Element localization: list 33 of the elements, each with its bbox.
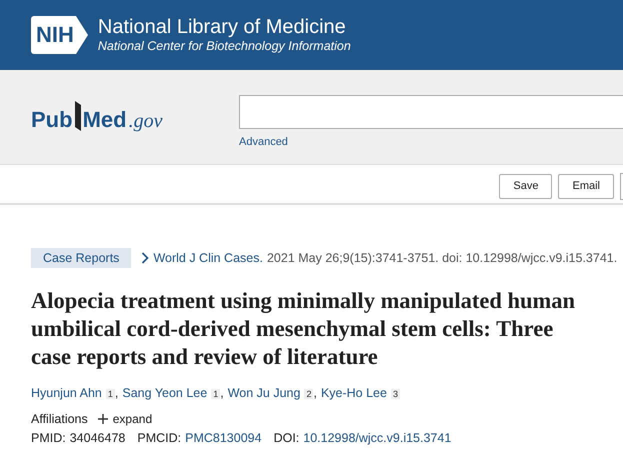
header-title: National Library of Medicine xyxy=(98,16,347,38)
id-label: PMID: xyxy=(31,431,66,445)
author-link[interactable]: Hyunjun Ahn xyxy=(31,386,102,400)
header-subtitle: National Center for Biotechnology Information xyxy=(98,38,351,54)
action-button[interactable]: Email xyxy=(558,174,614,198)
pubmed-logo[interactable]: Pub Med.gov xyxy=(31,95,239,133)
expand-button[interactable]: expand xyxy=(98,412,152,426)
affiliation-mark[interactable]: 2 xyxy=(304,389,314,399)
id-label: DOI: xyxy=(274,431,300,445)
affiliation-mark[interactable]: 1 xyxy=(211,389,220,399)
id-link[interactable]: 10.12998/wjcc.v9.i15.3741 xyxy=(303,431,452,445)
affiliation-mark[interactable]: 1 xyxy=(106,389,115,399)
search-field[interactable] xyxy=(239,95,623,129)
comma: , xyxy=(313,386,317,400)
chevron-icon xyxy=(141,252,150,264)
advanced-link[interactable]: Advanced xyxy=(239,136,623,148)
journal-link[interactable]: World J Clin Cases. xyxy=(153,251,263,265)
plus-icon xyxy=(98,414,108,424)
action-button[interactable]: Save xyxy=(499,174,552,198)
author-link[interactable]: Won Ju Jung xyxy=(228,386,300,400)
author-link[interactable]: Sang Yeon Lee xyxy=(122,386,208,400)
id-link[interactable]: PMC8130094 xyxy=(185,431,262,445)
comma: , xyxy=(220,386,224,400)
author-link[interactable]: Kye-Ho Lee xyxy=(320,386,387,400)
affiliation-mark[interactable]: 3 xyxy=(390,389,400,399)
cut-button[interactable] xyxy=(620,172,623,200)
id-value: 34046478 xyxy=(70,431,126,445)
comma: , xyxy=(114,386,118,400)
id-label: PMCID: xyxy=(137,431,182,445)
article-type-tag: Case Reports xyxy=(31,248,132,268)
affiliations-label: Affiliations xyxy=(31,412,88,426)
citation-text: 2021 May 26;9(15):3741-3751. doi: 10.12998/wjcc.v9.i15.3741. xyxy=(266,251,618,265)
article-title: Alopecia treatment using minimally manipulated human umbilical cord-derived mesenchymal stem cells: Three case reports and review of literature xyxy=(31,287,576,371)
